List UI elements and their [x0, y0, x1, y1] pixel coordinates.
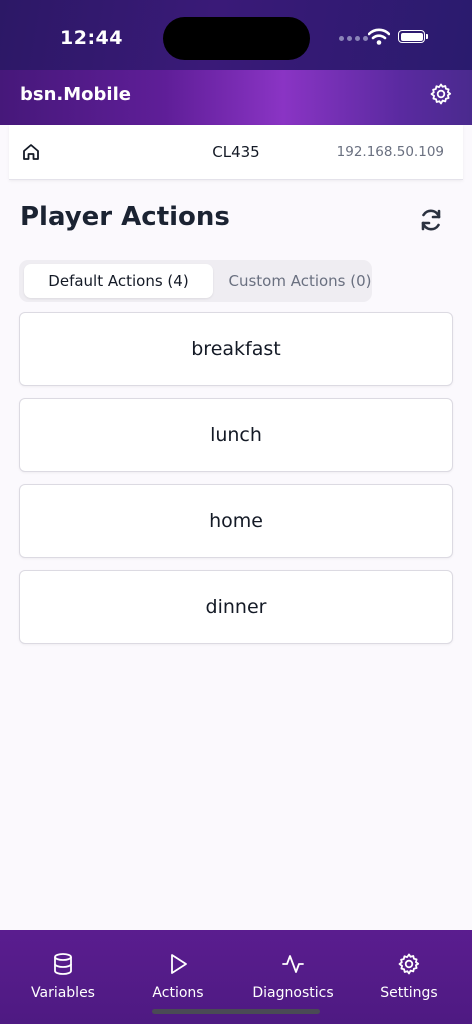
- database-icon: [54, 953, 72, 975]
- page-title: Player Actions: [20, 202, 230, 232]
- nav-settings[interactable]: Settings: [354, 952, 464, 1001]
- action-button-breakfast[interactable]: breakfast: [19, 312, 453, 386]
- nav-actions[interactable]: Actions: [123, 952, 233, 1001]
- refresh-icon[interactable]: [418, 207, 444, 233]
- status-bar: 12:44: [0, 0, 472, 76]
- nav-actions-label: Actions: [152, 985, 204, 1001]
- device-bar: CL435 192.168.50.109: [9, 125, 463, 180]
- app-header: bsn.Mobile: [0, 70, 472, 125]
- gear-icon: [398, 953, 420, 975]
- nav-settings-label: Settings: [380, 985, 438, 1001]
- app-title: bsn.Mobile: [20, 84, 131, 105]
- tab-custom-actions[interactable]: Custom Actions (0): [215, 264, 385, 298]
- nav-variables[interactable]: Variables: [8, 952, 118, 1001]
- wifi-icon: [368, 28, 390, 45]
- action-button-lunch[interactable]: lunch: [19, 398, 453, 472]
- action-list: breakfast lunch home dinner: [19, 312, 453, 656]
- settings-gear-icon[interactable]: [429, 82, 453, 106]
- nav-variables-label: Variables: [31, 985, 95, 1001]
- device-ip-address: 192.168.50.109: [336, 144, 444, 160]
- home-indicator: [152, 1009, 320, 1014]
- nav-diagnostics[interactable]: Diagnostics: [238, 952, 348, 1001]
- activity-icon: [282, 955, 304, 973]
- nav-diagnostics-label: Diagnostics: [252, 985, 334, 1001]
- play-icon: [171, 954, 187, 974]
- action-button-home[interactable]: home: [19, 484, 453, 558]
- status-time: 12:44: [60, 27, 123, 49]
- actions-tab-switcher: Default Actions (4) Custom Actions (0): [19, 260, 372, 302]
- cellular-signal-icon: [339, 36, 368, 41]
- action-button-dinner[interactable]: dinner: [19, 570, 453, 644]
- dynamic-island: [163, 17, 310, 60]
- tab-default-actions[interactable]: Default Actions (4): [24, 264, 213, 298]
- battery-icon: [398, 30, 425, 43]
